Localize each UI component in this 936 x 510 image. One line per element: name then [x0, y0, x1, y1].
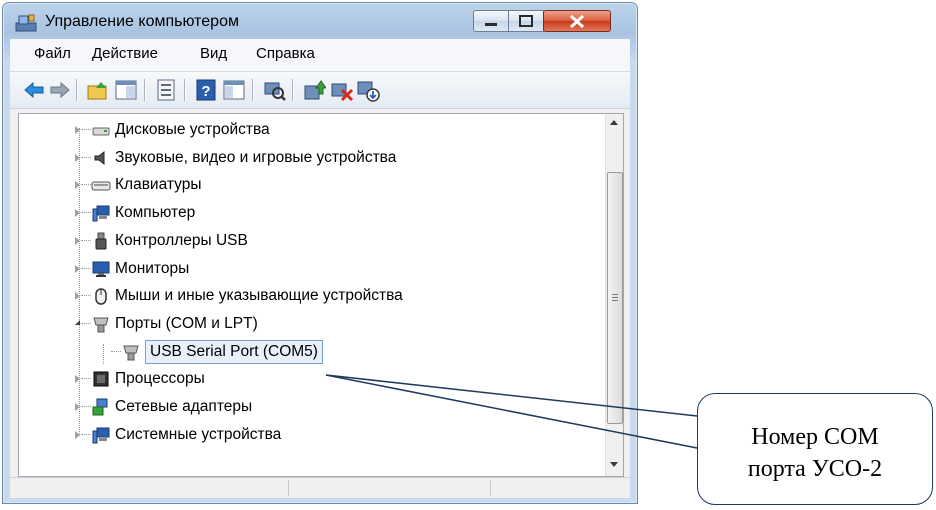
callout-line-2: порта УСО-2	[747, 456, 883, 482]
callout-box: Номер COM порта УСО-2	[697, 393, 933, 505]
callout-line-1: Номер COM	[751, 424, 879, 450]
